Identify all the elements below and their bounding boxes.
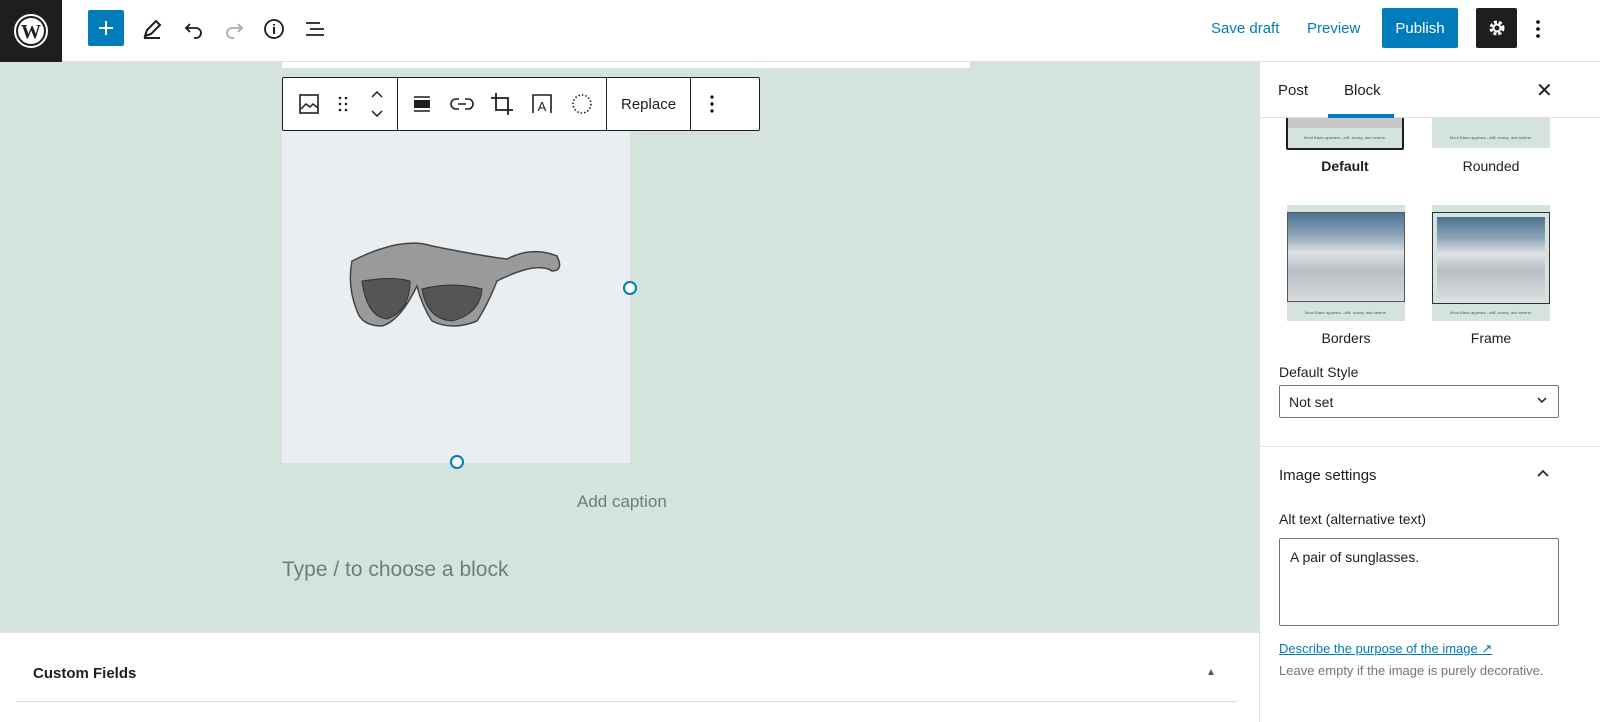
resize-handle-right[interactable] [623, 281, 637, 295]
thumb-caption: Mont Blanc appears—still, snowy, and ser… [1450, 135, 1532, 140]
align-icon[interactable] [402, 78, 442, 130]
style-label-rounded: Rounded [1462, 158, 1520, 174]
link-icon[interactable] [442, 78, 482, 130]
thumb-caption: Mont Blanc appears—still, snowy, and ser… [1450, 310, 1532, 315]
sunglasses-image [349, 242, 561, 327]
block-toolbar: A Replace [282, 77, 760, 131]
settings-gear-button[interactable] [1476, 8, 1517, 48]
more-options-icon[interactable] [1520, 11, 1556, 47]
move-up-down-icon[interactable] [357, 78, 397, 130]
info-icon[interactable] [256, 11, 292, 47]
custom-fields-panel: Custom Fields ▲ [0, 632, 1259, 722]
style-label-borders: Borders [1321, 330, 1371, 346]
block-options-icon[interactable] [691, 78, 733, 130]
tab-block[interactable]: Block [1344, 82, 1381, 99]
top-toolbar: W Save draft Preview Publish [0, 0, 1600, 62]
edit-pencil-icon[interactable] [134, 11, 170, 47]
add-block-button[interactable] [88, 10, 124, 46]
style-label-default: Default [1321, 158, 1369, 174]
external-link-icon: ↗ [1481, 641, 1493, 656]
default-style-label: Default Style [1279, 364, 1359, 380]
default-style-select[interactable]: Not set [1279, 385, 1559, 418]
caption-input[interactable]: Add caption [577, 492, 667, 512]
undo-icon[interactable] [176, 11, 212, 47]
chevron-down-icon [1536, 392, 1548, 411]
alt-text-input[interactable]: A pair of sunglasses. [1279, 538, 1559, 626]
replace-button[interactable]: Replace [607, 78, 692, 130]
svg-text:A: A [538, 99, 547, 114]
save-draft-button[interactable]: Save draft [1211, 20, 1279, 37]
thumb-caption: Mont Blanc appears—still, snowy, and ser… [1305, 310, 1387, 315]
duotone-icon[interactable] [562, 78, 602, 130]
text-overlay-icon[interactable]: A [522, 78, 562, 130]
preview-button[interactable]: Preview [1307, 20, 1360, 37]
editor-canvas: A Replace Add caption Type / to choose a… [0, 62, 1259, 632]
list-view-icon[interactable] [298, 11, 334, 47]
redo-icon[interactable] [216, 11, 252, 47]
svg-text:W: W [21, 21, 41, 43]
resize-handle-bottom[interactable] [450, 455, 464, 469]
close-icon[interactable]: ✕ [1536, 78, 1553, 103]
chevron-up-icon[interactable] [1536, 466, 1550, 485]
drag-handle-icon[interactable] [329, 78, 357, 130]
style-borders[interactable]: Mont Blanc appears—still, snowy, and ser… [1287, 205, 1405, 321]
describe-purpose-link[interactable]: Describe the purpose of the image ↗ [1279, 641, 1492, 657]
crop-icon[interactable] [482, 78, 522, 130]
previous-block [282, 62, 970, 68]
wordpress-logo[interactable]: W [0, 0, 62, 62]
custom-fields-title[interactable]: Custom Fields [33, 665, 136, 682]
image-settings-header[interactable]: Image settings [1279, 467, 1377, 484]
default-style-value: Not set [1289, 394, 1334, 410]
publish-button[interactable]: Publish [1382, 8, 1458, 48]
alt-text-label: Alt text (alternative text) [1279, 511, 1427, 527]
block-appender[interactable]: Type / to choose a block [282, 558, 508, 582]
collapse-triangle-icon[interactable]: ▲ [1206, 667, 1216, 678]
image-icon[interactable] [289, 78, 329, 130]
style-frame[interactable]: Mont Blanc appears—still, snowy, and ser… [1432, 205, 1550, 321]
tab-post[interactable]: Post [1278, 82, 1308, 99]
image-block[interactable] [282, 131, 630, 463]
settings-sidebar: Post Block ✕ Mont Blanc appears—still, s… [1259, 62, 1600, 722]
style-label-frame: Frame [1470, 330, 1512, 346]
alt-text-help: Leave empty if the image is purely decor… [1279, 663, 1544, 678]
thumb-caption: Mont Blanc appears—still, snowy, and ser… [1304, 135, 1386, 140]
